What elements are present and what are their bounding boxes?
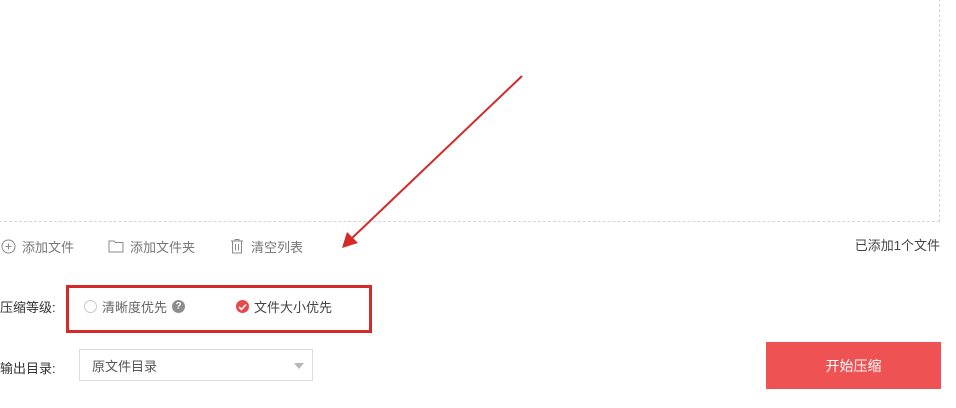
chevron-down-icon: [294, 363, 304, 369]
output-directory-value: 原文件目录: [92, 358, 158, 374]
clarity-priority-label: 清晰度优先: [102, 300, 168, 315]
clear-list-button[interactable]: 清空列表: [229, 237, 303, 256]
output-directory-label: 输出目录:: [0, 361, 56, 376]
add-file-button[interactable]: 添加文件: [0, 237, 74, 256]
radio-checked-icon: [236, 300, 249, 313]
radio-unchecked-icon: [84, 300, 97, 313]
file-toolbar: 添加文件 添加文件夹 清空列表: [0, 232, 337, 260]
file-drop-area[interactable]: [0, 0, 940, 222]
size-priority-radio[interactable]: 文件大小优先: [236, 297, 332, 316]
clarity-priority-radio[interactable]: 清晰度优先 ?: [84, 297, 186, 316]
output-directory-select[interactable]: 原文件目录: [79, 349, 313, 381]
add-folder-label: 添加文件夹: [130, 239, 196, 255]
add-folder-button[interactable]: 添加文件夹: [108, 237, 195, 256]
add-file-label: 添加文件: [22, 239, 75, 255]
compression-level-label: 压缩等级:: [0, 300, 56, 315]
help-icon[interactable]: ?: [172, 300, 186, 313]
trash-icon: [229, 238, 245, 254]
added-file-count: 已添加1个文件: [854, 238, 940, 253]
start-compress-button[interactable]: 开始压缩: [766, 342, 941, 389]
plus-circle-icon: [0, 238, 16, 254]
clear-list-label: 清空列表: [251, 239, 304, 255]
size-priority-label: 文件大小优先: [254, 300, 333, 315]
folder-icon: [108, 238, 124, 254]
